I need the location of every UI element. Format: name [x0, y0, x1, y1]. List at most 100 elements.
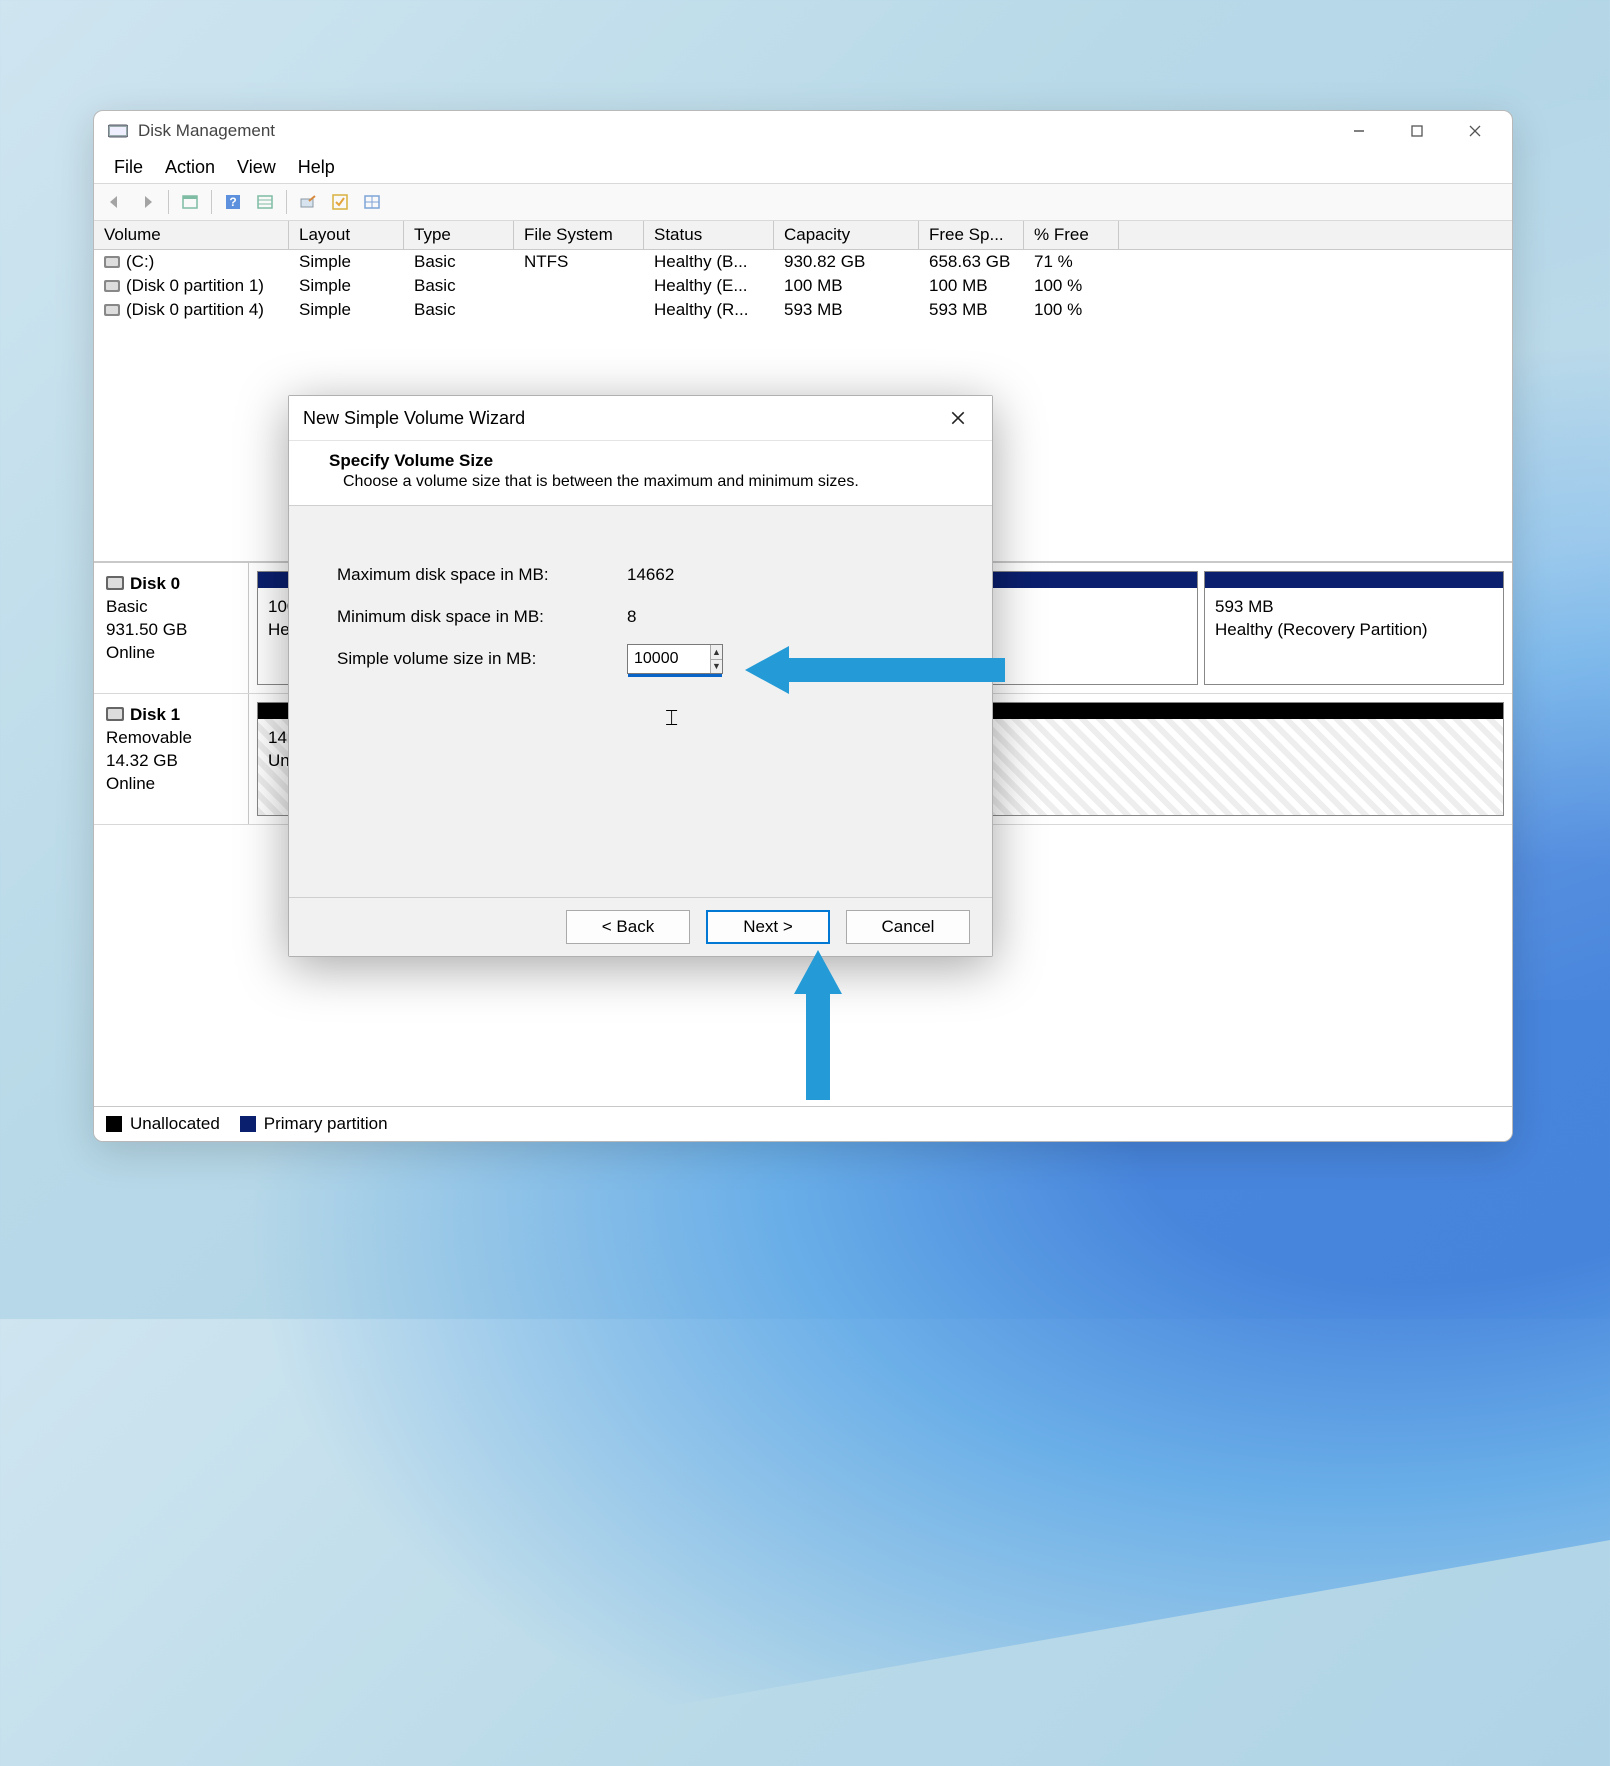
disk-title-text: Disk 1: [130, 705, 180, 724]
volume-size-input[interactable]: [628, 645, 710, 673]
partition-header: [1205, 572, 1503, 588]
menu-view[interactable]: View: [227, 154, 286, 181]
action-icon[interactable]: [295, 189, 321, 215]
legend-unallocated-label: Unallocated: [130, 1114, 220, 1133]
col-volume[interactable]: Volume: [94, 221, 289, 249]
close-button[interactable]: [1446, 111, 1504, 151]
disk-state: Online: [106, 642, 236, 665]
cell-layout: Simple: [289, 251, 404, 273]
svg-text:?: ?: [229, 195, 236, 209]
disk-title-text: Disk 0: [130, 574, 180, 593]
menu-help[interactable]: Help: [288, 154, 345, 181]
legend: Unallocated Primary partition: [94, 1106, 1512, 1141]
volume-icon: [104, 280, 120, 292]
wizard-footer: < Back Next > Cancel: [289, 897, 992, 956]
forward-icon[interactable]: [134, 189, 160, 215]
volume-list-body: (C:)SimpleBasicNTFSHealthy (B...930.82 G…: [94, 250, 1512, 322]
wizard-titlebar[interactable]: New Simple Volume Wizard: [289, 396, 992, 441]
min-space-label: Minimum disk space in MB:: [337, 607, 627, 627]
cell-status: Healthy (E...: [644, 275, 774, 297]
cell-layout: Simple: [289, 299, 404, 321]
wizard-title: New Simple Volume Wizard: [303, 408, 525, 429]
col-layout[interactable]: Layout: [289, 221, 404, 249]
disk-size: 14.32 GB: [106, 750, 236, 773]
partition-size: 593 MB: [1215, 596, 1493, 619]
col-filesystem[interactable]: File System: [514, 221, 644, 249]
volume-size-spinner: ▲ ▼: [627, 644, 723, 674]
disk-icon: [106, 707, 124, 721]
cell-capacity: 930.82 GB: [774, 251, 919, 273]
cell-layout: Simple: [289, 275, 404, 297]
legend-unallocated: Unallocated: [106, 1114, 220, 1134]
col-type[interactable]: Type: [404, 221, 514, 249]
menubar: File Action View Help: [94, 151, 1512, 183]
col-free[interactable]: Free Sp...: [919, 221, 1024, 249]
volume-list-header: Volume Layout Type File System Status Ca…: [94, 221, 1512, 250]
annotation-arrow-next-button: [788, 950, 848, 1100]
min-space-value: 8: [627, 607, 636, 627]
text-caret-icon: ⌶: [665, 705, 678, 731]
disk-kind: Removable: [106, 727, 236, 750]
disk-kind: Basic: [106, 596, 236, 619]
menu-file[interactable]: File: [104, 154, 153, 181]
table-row[interactable]: (Disk 0 partition 4) SimpleBasic Healthy (…: [94, 298, 1512, 322]
legend-primary: Primary partition: [240, 1114, 388, 1134]
cell-status: Healthy (B...: [644, 251, 774, 273]
cell-free: 593 MB: [919, 299, 1024, 321]
cell-pctfree: 100 %: [1024, 275, 1119, 297]
spinner-up-button[interactable]: ▲: [711, 645, 722, 660]
cell-type: Basic: [404, 299, 514, 321]
menu-action[interactable]: Action: [155, 154, 225, 181]
partition-status: Healthy (Recovery Partition): [1215, 619, 1493, 642]
wizard-heading: Specify Volume Size: [329, 451, 964, 471]
list-icon[interactable]: [252, 189, 278, 215]
grid-icon[interactable]: [359, 189, 385, 215]
next-button[interactable]: Next >: [706, 910, 830, 944]
window-titlebar[interactable]: Disk Management: [94, 111, 1512, 151]
cancel-button[interactable]: Cancel: [846, 910, 970, 944]
toolbar: ?: [94, 183, 1512, 221]
cell-pctfree: 100 %: [1024, 299, 1119, 321]
col-capacity[interactable]: Capacity: [774, 221, 919, 249]
cell-type: Basic: [404, 275, 514, 297]
cell-volume: (Disk 0 partition 4): [126, 300, 264, 319]
table-row[interactable]: (C:) SimpleBasicNTFSHealthy (B...930.82 G…: [94, 250, 1512, 274]
cell-volume: (C:): [126, 252, 154, 271]
cell-free: 658.63 GB: [919, 251, 1024, 273]
cell-status: Healthy (R...: [644, 299, 774, 321]
col-status[interactable]: Status: [644, 221, 774, 249]
disk-management-icon: [108, 122, 128, 140]
cell-fs: [514, 299, 644, 321]
minimize-button[interactable]: [1330, 111, 1388, 151]
disk-label[interactable]: Disk 1 Removable 14.32 GB Online: [94, 694, 249, 824]
cell-type: Basic: [404, 251, 514, 273]
cell-volume: (Disk 0 partition 1): [126, 276, 264, 295]
wizard-header: Specify Volume Size Choose a volume size…: [289, 441, 992, 506]
disk-state: Online: [106, 773, 236, 796]
checkbox-icon[interactable]: [327, 189, 353, 215]
cell-free: 100 MB: [919, 275, 1024, 297]
partition[interactable]: 593 MB Healthy (Recovery Partition): [1204, 571, 1504, 685]
max-space-value: 14662: [627, 565, 674, 585]
maximize-button[interactable]: [1388, 111, 1446, 151]
col-pctfree[interactable]: % Free: [1024, 221, 1119, 249]
spinner-down-button[interactable]: ▼: [711, 660, 722, 674]
window-title: Disk Management: [138, 121, 275, 141]
back-icon[interactable]: [102, 189, 128, 215]
panel-icon[interactable]: [177, 189, 203, 215]
disk-label[interactable]: Disk 0 Basic 931.50 GB Online: [94, 563, 249, 693]
volume-icon: [104, 304, 120, 316]
max-space-label: Maximum disk space in MB:: [337, 565, 627, 585]
table-row[interactable]: (Disk 0 partition 1) SimpleBasic Healthy (…: [94, 274, 1512, 298]
legend-unallocated-swatch: [106, 1116, 122, 1132]
cell-fs: NTFS: [514, 251, 644, 273]
annotation-arrow-size-input: [745, 640, 1005, 700]
cell-capacity: 593 MB: [774, 299, 919, 321]
wizard-body: Maximum disk space in MB: 14662 Minimum …: [289, 506, 992, 897]
back-button[interactable]: < Back: [566, 910, 690, 944]
volume-icon: [104, 256, 120, 268]
wizard-close-button[interactable]: [938, 396, 978, 440]
legend-primary-label: Primary partition: [264, 1114, 388, 1133]
wizard-subheading: Choose a volume size that is between the…: [329, 471, 964, 491]
help-icon[interactable]: ?: [220, 189, 246, 215]
